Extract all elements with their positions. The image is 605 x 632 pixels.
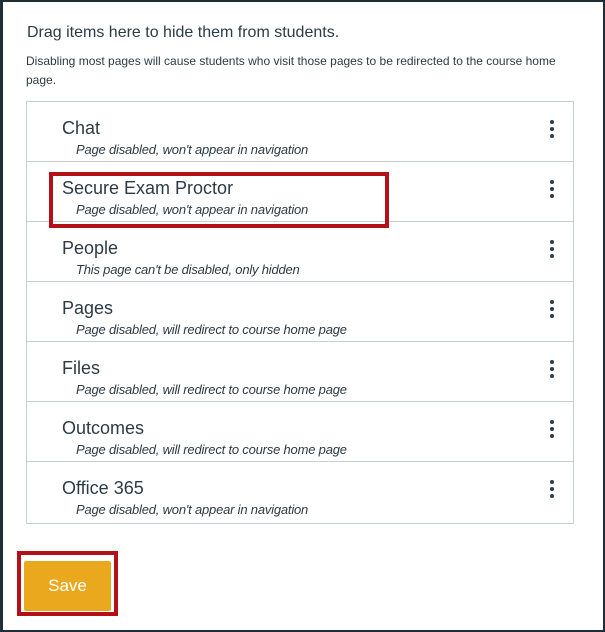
nav-item-title: Files — [62, 358, 101, 378]
nav-item-people[interactable]: People This page can't be disabled, only… — [27, 222, 573, 282]
nav-item-outcomes[interactable]: Outcomes Page disabled, will redirect to… — [27, 402, 573, 462]
hidden-items-note: Disabling most pages will cause students… — [26, 54, 556, 87]
navigation-settings-panel: Drag items here to hide them from studen… — [0, 0, 605, 632]
kebab-menu-icon[interactable] — [545, 236, 559, 262]
hidden-items-heading: Drag items here to hide them from studen… — [27, 24, 340, 41]
kebab-menu-icon[interactable] — [545, 356, 559, 382]
nav-item-status: This page can't be disabled, only hidden — [76, 262, 300, 277]
nav-item-status: Page disabled, will redirect to course h… — [76, 442, 347, 457]
nav-item-status: Page disabled, will redirect to course h… — [76, 382, 347, 397]
save-button[interactable]: Save — [24, 561, 111, 611]
nav-item-status: Page disabled, won't appear in navigatio… — [76, 142, 309, 157]
nav-item-status: Page disabled, will redirect to course h… — [76, 322, 347, 337]
nav-item-title: Outcomes — [62, 418, 145, 438]
hidden-items-list[interactable]: Chat Page disabled, won't appear in navi… — [26, 101, 574, 524]
kebab-menu-icon[interactable] — [545, 296, 559, 322]
kebab-menu-icon[interactable] — [545, 176, 559, 202]
nav-item-office-365[interactable]: Office 365 Page disabled, won't appear i… — [27, 462, 573, 523]
nav-item-title: Secure Exam Proctor — [62, 178, 234, 198]
nav-item-pages[interactable]: Pages Page disabled, will redirect to co… — [27, 282, 573, 342]
nav-item-chat[interactable]: Chat Page disabled, won't appear in navi… — [27, 102, 573, 162]
nav-item-secure-exam-proctor[interactable]: Secure Exam Proctor Page disabled, won't… — [27, 162, 573, 222]
kebab-menu-icon[interactable] — [545, 116, 559, 142]
nav-item-title: Pages — [62, 298, 114, 318]
nav-item-title: People — [62, 238, 119, 258]
nav-item-files[interactable]: Files Page disabled, will redirect to co… — [27, 342, 573, 402]
kebab-menu-icon[interactable] — [545, 416, 559, 442]
save-highlight-box: Save — [17, 551, 118, 616]
nav-item-status: Page disabled, won't appear in navigatio… — [76, 202, 309, 217]
nav-item-title: Office 365 — [62, 478, 144, 498]
nav-item-status: Page disabled, won't appear in navigatio… — [76, 502, 309, 517]
kebab-menu-icon[interactable] — [545, 476, 559, 502]
nav-item-title: Chat — [62, 118, 101, 138]
